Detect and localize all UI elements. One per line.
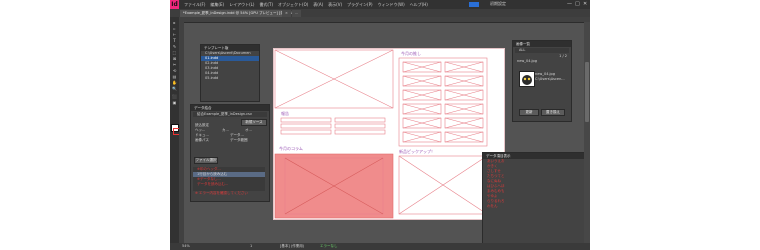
fill-mode-icon[interactable]: ⬛ bbox=[172, 95, 177, 99]
rectangle-frame-tool-icon[interactable]: ⬚ bbox=[172, 51, 177, 55]
image-list-title: 画像一覧 bbox=[513, 41, 571, 47]
minimize-icon[interactable]: — bbox=[567, 1, 572, 7]
tab-more-icon[interactable]: ... bbox=[292, 10, 302, 17]
check-data-range[interactable]: データ範囲 bbox=[229, 138, 264, 143]
document-tabbar: *Example_夏季_InDesign.indd @ 54% [GPU プレビ… bbox=[170, 9, 590, 17]
data-source-select[interactable]: 結合Example_夏季_InDesign.csv bbox=[193, 112, 267, 117]
vertical-scrollbar[interactable] bbox=[584, 22, 590, 243]
check-image-path[interactable]: 画像パス bbox=[194, 138, 229, 143]
indesign-window: Id ファイル(F) 編集(E) レイアウト(L) 書式(T) オブジェクト(O… bbox=[170, 0, 590, 250]
document-page[interactable]: 今月の推し 報告 今月のコラム 新品ピックアップ！ bbox=[273, 48, 505, 220]
selection-tool-icon[interactable]: ▸ bbox=[172, 21, 177, 25]
vertical-ruler bbox=[179, 17, 184, 247]
thumb-path: C:\Users\Ascen... bbox=[535, 77, 565, 81]
horizontal-ruler bbox=[179, 17, 590, 23]
thumb-name: new_04.jpg bbox=[535, 72, 555, 76]
data-preview-panel: データ項目表示 あいうえお かきく さしすせ たちつてと なにぬね はひふへほ … bbox=[482, 152, 590, 244]
image-filter-select[interactable]: ALL bbox=[515, 48, 569, 53]
image-filename: new_04.jpg bbox=[517, 59, 537, 63]
zoom-tool-icon[interactable]: 🔍 bbox=[172, 87, 177, 91]
menu-object[interactable]: オブジェクト(O) bbox=[278, 2, 308, 8]
template-panel: テンプレート版 C:\Users\Ascent\Documen 01.indd … bbox=[200, 44, 260, 102]
preflight-profile[interactable]: [基本] (作業用) bbox=[280, 244, 304, 249]
label-today-recommend: 今月の推し bbox=[401, 51, 421, 56]
data-merge-title: データ結合 bbox=[191, 105, 269, 111]
zoom-level[interactable]: 54% bbox=[182, 244, 190, 248]
data-merge-panel: データ結合 結合Example_夏季_InDesign.csv 新規ソース 読込… bbox=[190, 104, 270, 202]
tools-panel: ▸ ▹ ⊢ T ✎ ⬚ ⊠ ✂ ⟲ ▤ ✋ 🔍 ⬛ ▣ bbox=[170, 17, 180, 250]
label-pickup: 新品ピックアップ！ bbox=[399, 149, 435, 154]
type-tool-icon[interactable]: T bbox=[172, 39, 177, 43]
character-thumbnail-icon bbox=[522, 75, 532, 85]
page-layout-frames bbox=[273, 48, 505, 220]
close-icon[interactable]: ✕ bbox=[583, 1, 587, 7]
preflight-status[interactable]: エラーなし bbox=[320, 244, 338, 249]
merge-options: ヘッ... カ... オ... ドキュ... データ... 画像パス データ範囲 bbox=[191, 128, 269, 143]
menu-help[interactable]: ヘルプ(H) bbox=[410, 2, 428, 8]
tab-close-icon[interactable]: × bbox=[282, 10, 291, 17]
error-message: ※ エラー内容を確認してください bbox=[195, 191, 248, 195]
new-source-button[interactable]: 新規ソース bbox=[241, 119, 267, 126]
menu-view[interactable]: 表示(V) bbox=[328, 2, 342, 8]
image-list-panel: 画像一覧 ALL 1 / 2 new_04.jpg new_04.jpg C:\… bbox=[512, 40, 572, 122]
scrollbar-thumb[interactable] bbox=[585, 62, 589, 122]
pencil-tool-icon[interactable]: ✎ bbox=[172, 45, 177, 49]
field-list: ※印のヘッダ... 1行目から読み込む ※データなし... データを読み込む..… bbox=[193, 167, 265, 191]
field-list-item[interactable]: データを読み込む... bbox=[193, 182, 265, 187]
frame-tool-icon[interactable]: ⊠ bbox=[172, 57, 177, 61]
menu-window[interactable]: ウィンドウ(W) bbox=[378, 2, 405, 8]
label-report: 報告 bbox=[281, 111, 289, 116]
menu-table[interactable]: 表(A) bbox=[313, 2, 323, 8]
menu-edit[interactable]: 編集(E) bbox=[210, 2, 224, 8]
workspace-switcher[interactable]: 初期設定 bbox=[490, 1, 506, 7]
share-button[interactable] bbox=[469, 2, 479, 7]
app-logo: Id bbox=[170, 0, 179, 9]
page-tool-icon[interactable]: ⊢ bbox=[172, 33, 177, 37]
gradient-tool-icon[interactable]: ▤ bbox=[172, 75, 177, 79]
page-number[interactable]: 1 bbox=[250, 244, 252, 248]
menu-file[interactable]: ファイル(F) bbox=[184, 2, 205, 8]
template-file-item[interactable]: 05.indd bbox=[201, 76, 259, 81]
hand-tool-icon[interactable]: ✋ bbox=[172, 81, 177, 85]
update-button[interactable]: 更新 bbox=[519, 109, 539, 116]
scissors-tool-icon[interactable]: ✂ bbox=[172, 63, 177, 67]
menu-bar: Id ファイル(F) 編集(E) レイアウト(L) 書式(T) オブジェクト(O… bbox=[170, 0, 590, 9]
menu-layout[interactable]: レイアウト(L) bbox=[229, 2, 254, 8]
menu-type[interactable]: 書式(T) bbox=[259, 2, 273, 8]
status-bar: 54% 1 [基本] (作業用) エラーなし bbox=[170, 243, 590, 250]
label-column: 今月のコラム bbox=[279, 146, 303, 151]
rotate-tool-icon[interactable]: ⟲ bbox=[172, 69, 177, 73]
file-select-button[interactable]: ファイル選択 bbox=[194, 157, 218, 164]
maximize-icon[interactable]: □ bbox=[575, 1, 580, 7]
menu-plugin[interactable]: プラグイン(P) bbox=[347, 2, 373, 8]
preview-line: わをん bbox=[487, 204, 498, 208]
screen-mode-icon[interactable]: ▣ bbox=[172, 101, 177, 105]
replace-button[interactable]: 置き換え bbox=[541, 109, 565, 116]
image-thumbnail[interactable] bbox=[519, 71, 535, 87]
document-tab[interactable]: *Example_夏季_InDesign.indd @ 54% [GPU プレビ… bbox=[180, 10, 296, 17]
direct-selection-tool-icon[interactable]: ▹ bbox=[172, 27, 177, 31]
